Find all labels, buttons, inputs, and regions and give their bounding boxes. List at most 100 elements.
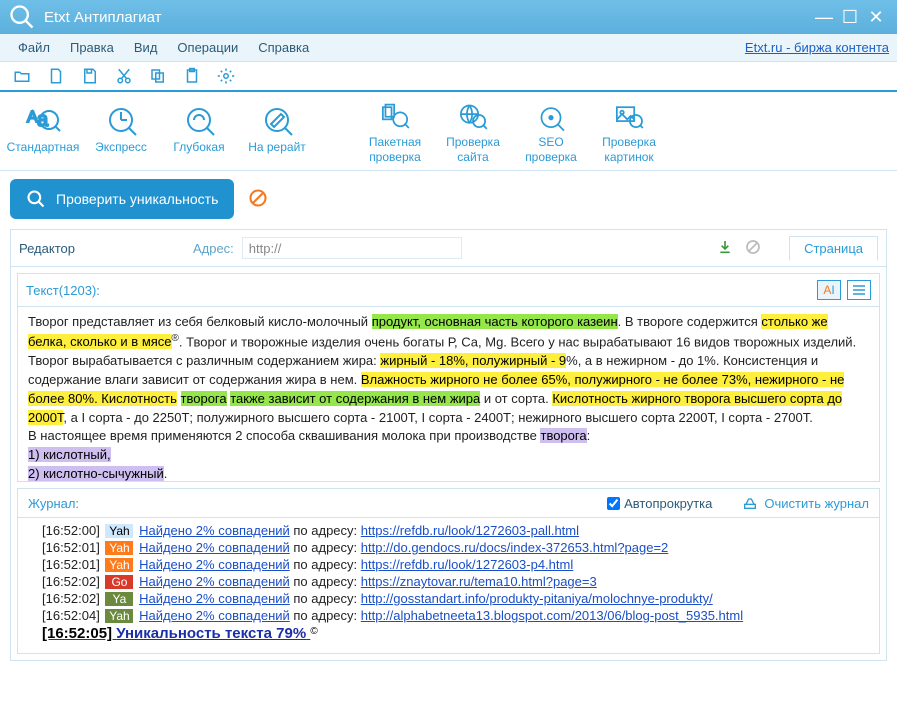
journal-row: [16:52:01] Yah Найдено 2% совпадений по …	[42, 539, 869, 556]
journal-row: [16:52:02] Ya Найдено 2% совпадений по а…	[42, 590, 869, 607]
mode-batch[interactable]: Пакетная проверка	[356, 100, 434, 164]
engine-tag: Yah	[105, 609, 133, 623]
tab-page[interactable]: Страница	[789, 236, 878, 261]
final-text[interactable]: Уникальность текста 79%	[116, 625, 306, 642]
by-address: по адресу:	[290, 540, 361, 555]
mode-images[interactable]: Проверка картинок	[590, 100, 668, 164]
journal-final-row: [16:52:05] Уникальность текста 79% ©	[42, 624, 869, 643]
menu-view[interactable]: Вид	[124, 36, 168, 59]
menu-edit[interactable]: Правка	[60, 36, 124, 59]
journal-row: [16:52:02] Go Найдено 2% совпадений по а…	[42, 573, 869, 590]
mode-rewrite[interactable]: На рерайт	[238, 100, 316, 164]
save-icon[interactable]	[78, 64, 102, 88]
final-ts: [16:52:05]	[42, 625, 116, 642]
mode-site[interactable]: Проверка сайта	[434, 100, 512, 164]
mode-site-l2: сайта	[457, 150, 488, 164]
open-icon[interactable]	[10, 64, 34, 88]
cut-icon[interactable]	[112, 64, 136, 88]
cancel-icon[interactable]	[745, 239, 761, 258]
editor-panel: Редактор Адрес: Страница Текст(1203): AI…	[10, 229, 887, 661]
menubar: Файл Правка Вид Операции Справка Etxt.ru…	[0, 34, 897, 62]
stop-icon[interactable]	[248, 188, 268, 211]
match-url[interactable]: http://alphabetneeta13.blogspot.com/2013…	[361, 608, 743, 623]
match-link[interactable]: Найдено 2% совпадений	[139, 608, 290, 623]
maximize-button[interactable]: ☐	[837, 6, 863, 28]
download-icon[interactable]	[717, 239, 733, 258]
check-bar: Проверить уникальность	[0, 171, 897, 227]
match-link[interactable]: Найдено 2% совпадений	[139, 557, 290, 572]
journal-row: [16:52:01] Yah Найдено 2% совпадений по …	[42, 556, 869, 573]
paste-icon[interactable]	[180, 64, 204, 88]
view-mode-lines-icon[interactable]	[847, 280, 871, 300]
match-link[interactable]: Найдено 2% совпадений	[139, 574, 290, 589]
journal-row: [16:52:04] Yah Найдено 2% совпадений по …	[42, 607, 869, 624]
match-link[interactable]: Найдено 2% совпадений	[139, 591, 290, 606]
promo-link[interactable]: Etxt.ru - биржа контента	[745, 40, 889, 55]
copy-icon[interactable]	[146, 64, 170, 88]
engine-tag: Go	[105, 575, 133, 589]
editor-label: Редактор	[19, 241, 75, 256]
settings-icon[interactable]	[214, 64, 238, 88]
mode-deep[interactable]: Глубокая	[160, 100, 238, 164]
mode-seo[interactable]: SEO проверка	[512, 100, 590, 164]
mode-seo-l1: SEO	[538, 135, 563, 149]
mode-seo-l2: проверка	[525, 150, 577, 164]
match-url[interactable]: https://refdb.ru/look/1272603-p4.html	[361, 557, 573, 572]
journal-log[interactable]: [16:52:00] Yah Найдено 2% совпадений по …	[18, 518, 879, 653]
mode-standard[interactable]: Aa Стандартная	[4, 100, 82, 164]
by-address: по адресу:	[290, 591, 361, 606]
clear-journal-label: Очистить журнал	[764, 496, 869, 511]
autoscroll-input[interactable]	[607, 497, 620, 510]
engine-tag: Yah	[105, 558, 133, 572]
engine-tag: Ya	[105, 592, 133, 606]
minimize-button[interactable]: —	[811, 6, 837, 28]
mode-batch-l2: проверка	[369, 150, 421, 164]
match-url[interactable]: http://do.gendocs.ru/docs/index-372653.h…	[361, 540, 669, 555]
editor-header: Редактор Адрес: Страница	[11, 230, 886, 267]
address-input[interactable]	[242, 237, 462, 259]
menu-file[interactable]: Файл	[8, 36, 60, 59]
mode-express[interactable]: Экспресс	[82, 100, 160, 164]
check-button-label: Проверить уникальность	[56, 191, 218, 207]
autoscroll-checkbox[interactable]: Автопрокрутка	[607, 496, 712, 511]
menu-operations[interactable]: Операции	[167, 36, 248, 59]
check-uniqueness-button[interactable]: Проверить уникальность	[10, 179, 234, 219]
match-url[interactable]: https://refdb.ru/look/1272603-pall.html	[361, 523, 579, 538]
close-button[interactable]: ✕	[863, 6, 889, 28]
app-logo-icon	[8, 3, 36, 31]
titlebar: Etxt Антиплагиат — ☐ ✕	[0, 0, 897, 34]
mode-img-l1: Проверка	[602, 135, 656, 149]
log-ts: [16:52:04]	[42, 608, 100, 623]
match-url[interactable]: http://gosstandart.info/produkty-pitaniy…	[361, 591, 713, 606]
journal-row: [16:52:00] Yah Найдено 2% совпадений по …	[42, 522, 869, 539]
mode-deep-label: Глубокая	[173, 140, 224, 154]
journal-title: Журнал:	[28, 496, 607, 511]
menu-help[interactable]: Справка	[248, 36, 319, 59]
match-link[interactable]: Найдено 2% совпадений	[139, 523, 290, 538]
clear-journal-button[interactable]: Очистить журнал	[742, 495, 869, 511]
match-link[interactable]: Найдено 2% совпадений	[139, 540, 290, 555]
by-address: по адресу:	[290, 523, 361, 538]
mode-img-l2: картинок	[604, 150, 653, 164]
journal-panel: Журнал: Автопрокрутка Очистить журнал [1…	[17, 488, 880, 654]
text-pane: Текст(1203): AI Творог представляет из с…	[17, 273, 880, 482]
mode-standard-label: Стандартная	[7, 140, 80, 154]
by-address: по адресу:	[290, 574, 361, 589]
log-ts: [16:52:00]	[42, 523, 100, 538]
app-title: Etxt Антиплагиат	[44, 9, 811, 26]
engine-tag: Yah	[105, 541, 133, 555]
by-address: по адресу:	[290, 608, 361, 623]
text-content[interactable]: Творог представляет из себя белковый кис…	[18, 307, 879, 481]
mode-express-label: Экспресс	[95, 140, 147, 154]
log-ts: [16:52:02]	[42, 574, 100, 589]
by-address: по адресу:	[290, 557, 361, 572]
mode-rewrite-label: На рерайт	[248, 140, 306, 154]
new-file-icon[interactable]	[44, 64, 68, 88]
match-url[interactable]: https://znaytovar.ru/tema10.html?page=3	[361, 574, 597, 589]
mode-site-l1: Проверка	[446, 135, 500, 149]
autoscroll-label: Автопрокрутка	[624, 496, 712, 511]
mode-batch-l1: Пакетная	[369, 135, 421, 149]
view-mode-highlight-icon[interactable]: AI	[817, 280, 841, 300]
journal-header: Журнал: Автопрокрутка Очистить журнал	[18, 489, 879, 518]
modes-toolbar: Aa Стандартная Экспресс Глубокая На рера…	[0, 92, 897, 171]
